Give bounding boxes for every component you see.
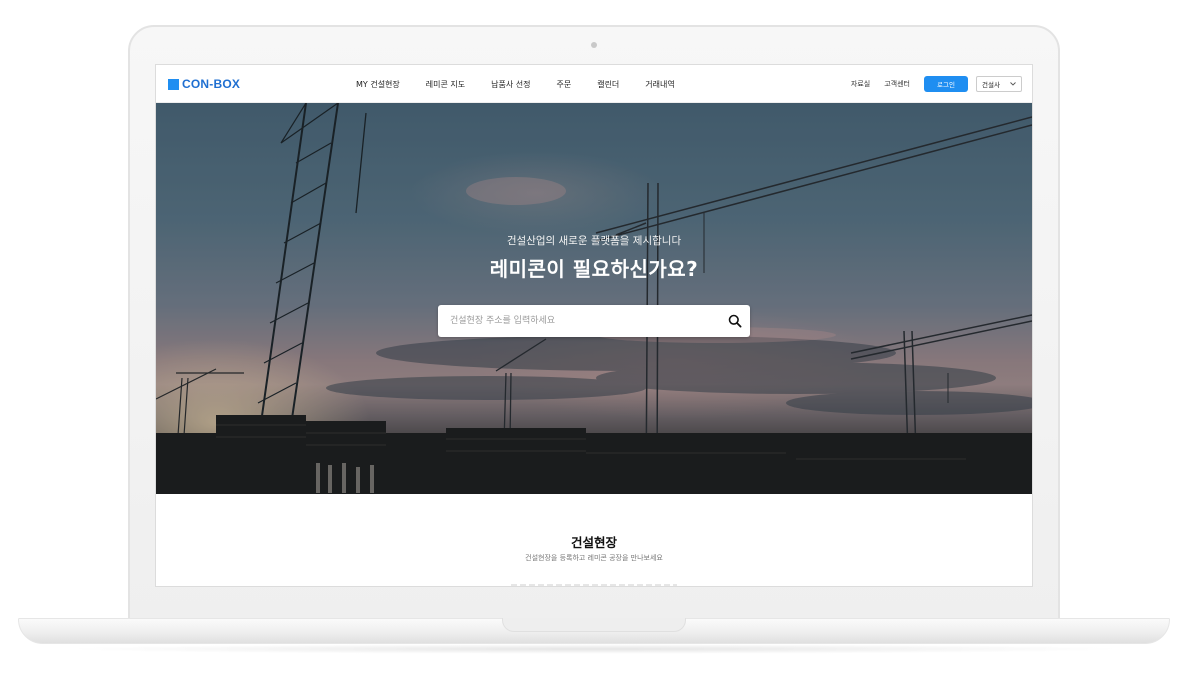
menu-item-supplier-select[interactable]: 납품사 선정	[491, 79, 530, 90]
customer-center-link[interactable]: 고객센터	[884, 79, 910, 89]
browser-screen: CON-BOX MY 건설현장 레미콘 지도 납품사 선정 주문 캘린더 거래내…	[155, 64, 1033, 587]
search-icon[interactable]	[720, 306, 750, 336]
camera-dot	[591, 42, 597, 48]
top-navigation: CON-BOX MY 건설현장 레미콘 지도 납품사 선정 주문 캘린더 거래내…	[156, 65, 1032, 103]
menu-item-my-site[interactable]: MY 건설현장	[356, 79, 400, 90]
section-subtitle: 건설현장을 등록하고 레미콘 공장을 만나보세요	[525, 554, 663, 562]
role-select-value: 건설사	[982, 81, 1000, 89]
content-divider	[511, 584, 677, 586]
resources-link[interactable]: 자료실	[851, 79, 870, 89]
login-button[interactable]: 로그인	[924, 76, 968, 92]
menu-item-transactions[interactable]: 거래내역	[645, 79, 674, 90]
section-title: 건설현장	[570, 535, 617, 550]
laptop-notch	[502, 618, 686, 632]
laptop-shadow	[60, 644, 1130, 654]
menu-item-remicon-map[interactable]: 레미콘 지도	[426, 79, 465, 90]
chevron-down-icon	[1010, 81, 1016, 88]
address-search-input[interactable]	[438, 306, 720, 336]
utility-menu: 자료실 고객센터 로그인 건설사	[851, 65, 1022, 103]
logo-text: CON-BOX	[182, 77, 241, 91]
address-search-box	[438, 305, 750, 337]
main-menu: MY 건설현장 레미콘 지도 납품사 선정 주문 캘린더 거래내역	[356, 65, 701, 103]
menu-item-order[interactable]: 주문	[556, 79, 571, 90]
menu-item-calendar[interactable]: 캘린더	[597, 79, 619, 90]
logo[interactable]: CON-BOX	[168, 77, 240, 91]
hero-banner: 건설산업의 새로운 플랫폼을 제시합니다 레미콘이 필요하신가요?	[156, 103, 1032, 494]
hero-title: 레미콘이 필요하신가요?	[489, 257, 699, 281]
role-select[interactable]: 건설사	[976, 76, 1022, 92]
hero-overlay	[156, 103, 1032, 494]
hero-subtitle: 건설산업의 새로운 플랫폼을 제시합니다	[506, 235, 682, 247]
logo-mark-icon	[168, 78, 179, 90]
